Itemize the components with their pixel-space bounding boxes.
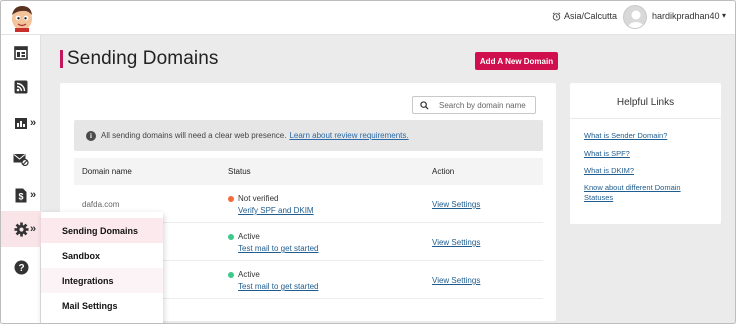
cartoon-boy-logo[interactable] [9,4,35,32]
add-new-domain-button[interactable]: Add A New Domain [475,52,558,70]
menu-item-sandbox[interactable]: Sandbox [41,243,163,268]
status-text: Active [238,232,260,241]
test-mail-link[interactable]: Test mail to get started [238,282,318,291]
helpful-link-spf[interactable]: What is SPF? [584,149,709,159]
page-title: Sending Domains [67,48,219,69]
sidebar: » $ » » ? [1,35,41,323]
chevron-down-icon[interactable]: ▾ [722,11,726,20]
verify-spf-dkim-link[interactable]: Verify SPF and DKIM [238,206,314,215]
menu-item-sending-domains[interactable]: Sending Domains [41,218,163,243]
sidebar-item-billing[interactable]: $ » [1,177,41,213]
helpful-link-dkim[interactable]: What is DKIM? [584,166,709,176]
mail-block-icon [13,153,29,166]
app-window: Asia/Calcutta hardikpradhan40 ▾ » $ » » … [0,0,736,324]
menu-item-integrations[interactable]: Integrations [41,268,163,293]
analytics-icon [15,118,27,129]
view-settings-link[interactable]: View Settings [432,200,480,209]
svg-text:?: ? [18,263,24,274]
test-mail-link[interactable]: Test mail to get started [238,244,318,253]
review-requirements-link[interactable]: Learn about review requirements. [289,131,408,140]
menu-item-mail-settings[interactable]: Mail Settings [41,293,163,318]
sidebar-item-dashboard[interactable] [1,35,41,71]
sidebar-item-help[interactable]: ? [1,249,41,285]
status-cell: Active Test mail to get started [228,232,318,253]
column-header-action: Action [432,167,455,176]
info-icon: i [86,130,96,141]
web-presence-notice: i All sending domains will need a clear … [74,120,543,151]
sidebar-item-feeds[interactable] [1,69,41,105]
sidebar-item-mail-block[interactable] [1,141,41,177]
rss-feed-icon [14,80,28,94]
submenu-arrow-icon: » [30,223,37,235]
search-icon [420,100,429,110]
status-dot [228,195,234,202]
title-accent-bar [60,50,63,68]
sidebar-item-settings[interactable]: » [1,211,41,247]
status-dot [228,271,234,278]
view-settings-link[interactable]: View Settings [432,238,480,247]
status-cell: Not verified Verify SPF and DKIM [228,194,314,215]
settings-flyout-menu: Sending Domains Sandbox Integrations Mai… [41,212,163,323]
domain-name: dafda.com [82,200,120,209]
divider [570,118,721,119]
table-header: Domain name Status Action [74,158,543,185]
submenu-arrow-icon: » [30,189,37,201]
column-header-status: Status [228,167,251,176]
status-text: Not verified [238,194,279,203]
top-bar: Asia/Calcutta hardikpradhan40 ▾ [1,1,735,35]
status-text: Active [238,270,260,279]
view-settings-link[interactable]: View Settings [432,276,480,285]
search-box[interactable] [412,96,536,114]
submenu-arrow-icon: » [30,117,37,129]
helpful-link-domain-statuses[interactable]: Know about different Domain Statuses [584,183,709,203]
helpful-links-title: Helpful Links [616,97,675,108]
status-cell: Active Test mail to get started [228,270,318,291]
column-header-domain: Domain name [82,167,132,176]
search-input[interactable] [439,100,534,110]
username[interactable]: hardikpradhan40 [652,11,720,21]
sidebar-item-analytics[interactable]: » [1,105,41,141]
help-icon: ? [14,260,28,274]
gear-icon [13,221,29,237]
billing-icon: $ [15,188,27,202]
helpful-links-card: Helpful Links What is Sender Domain? Wha… [570,83,721,224]
timezone-indicator[interactable]: Asia/Calcutta [552,11,617,21]
notice-text: All sending domains will need a clear we… [101,131,287,140]
timezone-label: Asia/Calcutta [564,11,618,21]
status-dot [228,233,234,240]
helpful-link-sender-domain[interactable]: What is Sender Domain? [584,131,709,141]
avatar[interactable] [623,5,647,29]
dashboard-icon [14,46,28,60]
svg-text:$: $ [18,191,23,201]
alarm-clock-icon [552,11,561,21]
